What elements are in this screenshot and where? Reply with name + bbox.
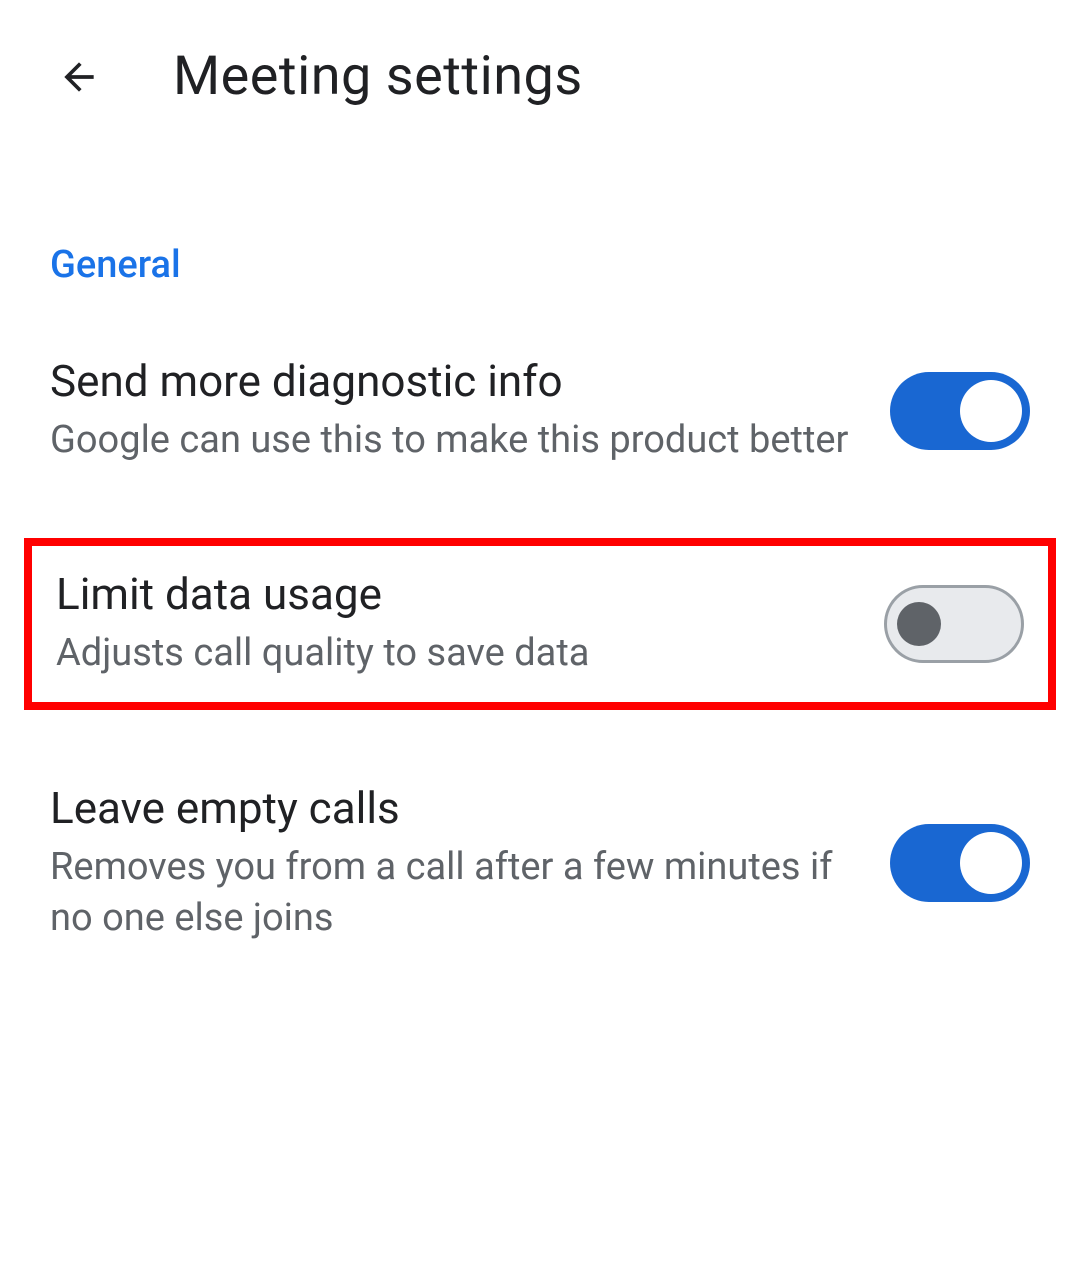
setting-text: Leave empty calls Removes you from a cal…: [50, 782, 850, 945]
back-arrow-icon[interactable]: [55, 53, 103, 101]
setting-text: Send more diagnostic info Google can use…: [50, 355, 850, 466]
setting-description: Google can use this to make this product…: [50, 415, 850, 466]
page-title: Meeting settings: [173, 45, 583, 108]
setting-description: Adjusts call quality to save data: [56, 628, 844, 679]
setting-diagnostic-info[interactable]: Send more diagnostic info Google can use…: [0, 307, 1080, 514]
toggle-thumb: [960, 832, 1022, 894]
diagnostic-toggle[interactable]: [890, 372, 1030, 450]
toggle-thumb: [897, 602, 941, 646]
header: Meeting settings: [0, 0, 1080, 148]
toggle-thumb: [960, 380, 1022, 442]
settings-list: Send more diagnostic info Google can use…: [0, 307, 1080, 992]
setting-title: Limit data usage: [56, 568, 844, 620]
limit-data-toggle[interactable]: [884, 585, 1024, 663]
setting-limit-data-usage[interactable]: Limit data usage Adjusts call quality to…: [24, 538, 1056, 709]
leave-empty-toggle[interactable]: [890, 824, 1030, 902]
setting-title: Leave empty calls: [50, 782, 850, 834]
setting-title: Send more diagnostic info: [50, 355, 850, 407]
setting-description: Removes you from a call after a few minu…: [50, 842, 850, 945]
setting-leave-empty-calls[interactable]: Leave empty calls Removes you from a cal…: [0, 734, 1080, 993]
setting-text: Limit data usage Adjusts call quality to…: [56, 568, 844, 679]
section-header-general: General: [0, 148, 1080, 307]
